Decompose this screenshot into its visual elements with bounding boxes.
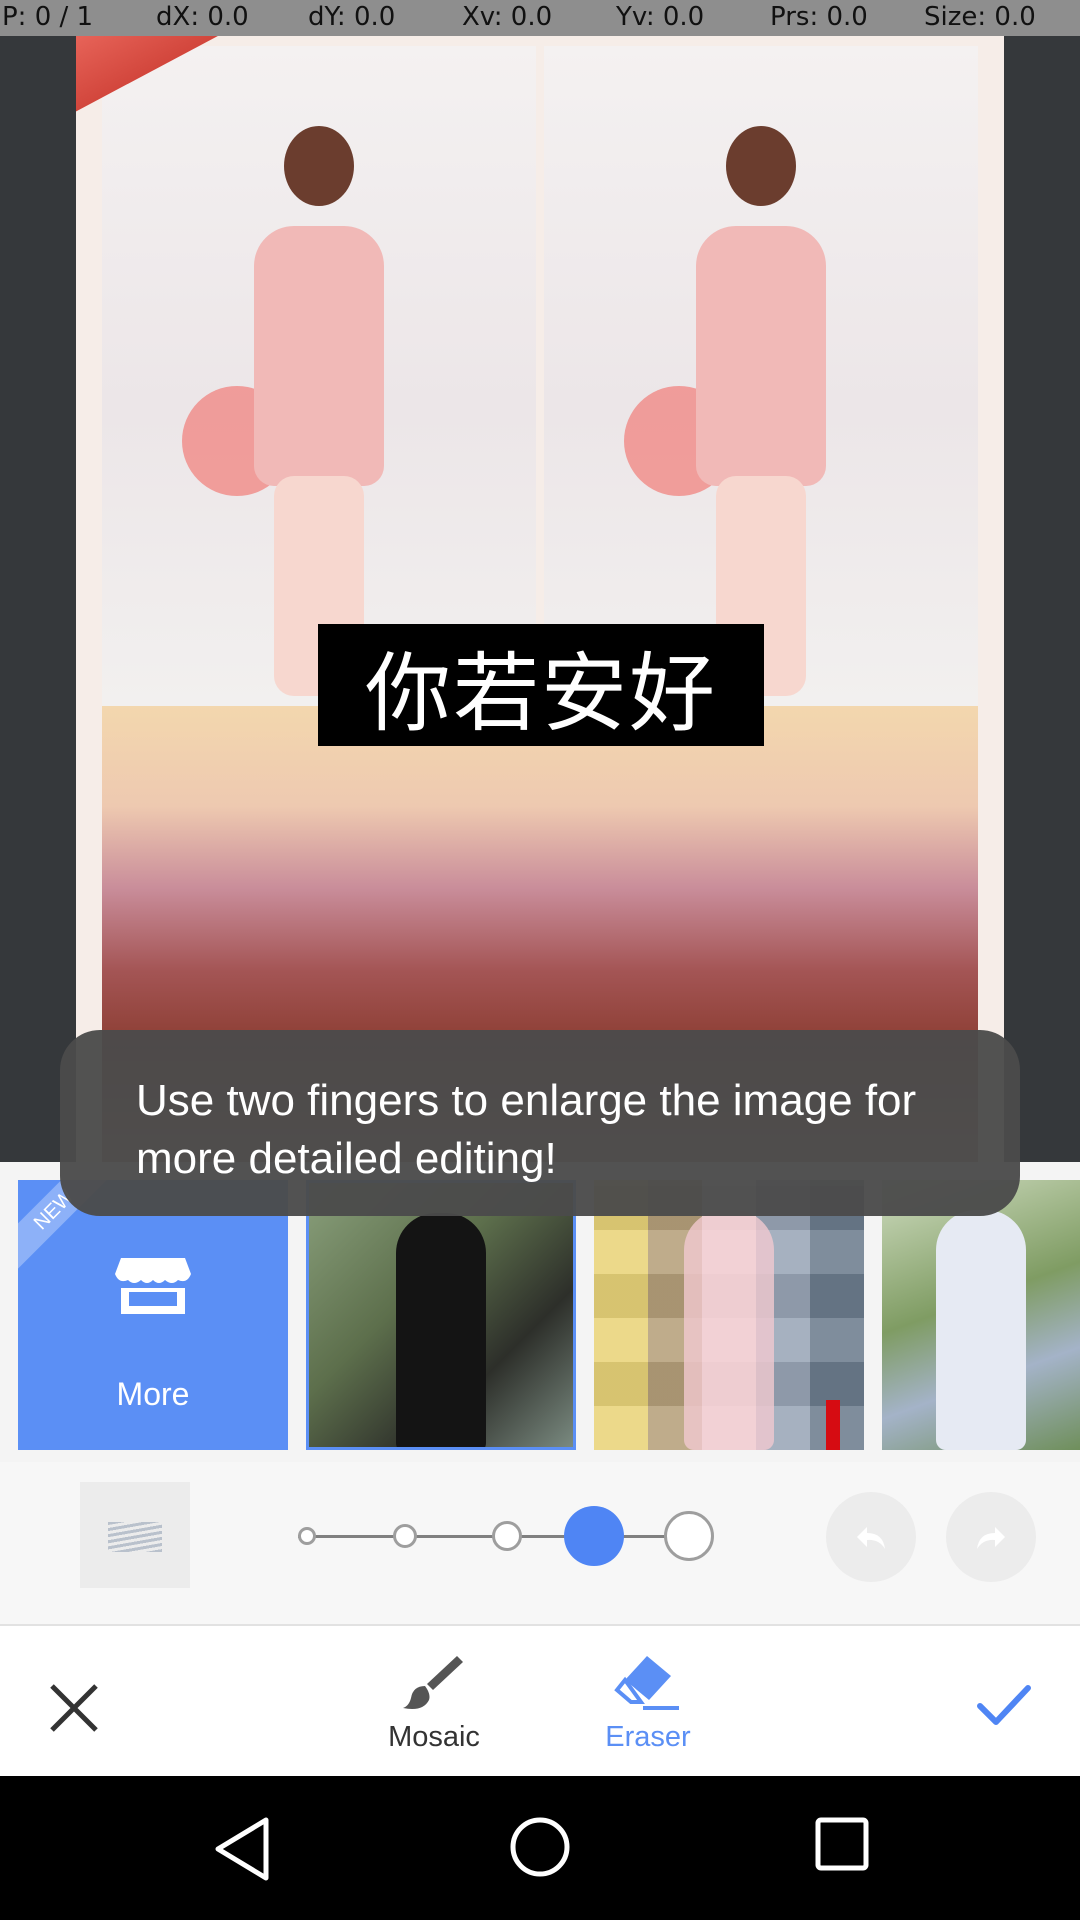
pointer-location-bar: P: 0 / 1 dX: 0.0 dY: 0.0 Xv: 0.0 Yv: 0.0…	[0, 0, 1080, 36]
size-readout: Size: 0.0	[924, 2, 1036, 32]
pixel-red-block	[826, 1400, 840, 1450]
brush-stroke-preview	[108, 1522, 162, 1552]
close-icon[interactable]	[44, 1678, 104, 1738]
undo-button[interactable]	[826, 1492, 916, 1582]
brush-preview	[80, 1482, 190, 1588]
collage-photo-left	[102, 46, 536, 706]
eraser-icon	[614, 1656, 679, 1710]
eraser-tool-button[interactable]: Eraser	[578, 1652, 718, 1754]
redo-icon	[977, 1527, 1005, 1549]
collage-photo-right	[544, 46, 978, 706]
brush-size-slider[interactable]	[298, 1506, 714, 1566]
recents-icon[interactable]	[814, 1816, 870, 1872]
brush-size-option-5[interactable]	[664, 1511, 714, 1561]
redo-button[interactable]	[946, 1492, 1036, 1582]
effect-thumbnail-person	[396, 1213, 486, 1447]
mosaic-label: Mosaic	[388, 1721, 480, 1753]
brush-size-option-3[interactable]	[492, 1521, 522, 1551]
brush-size-option-2[interactable]	[393, 1524, 417, 1548]
bottom-toolbar: Mosaic Eraser	[0, 1624, 1080, 1778]
prs-readout: Prs: 0.0	[770, 2, 868, 32]
zoom-hint-tooltip[interactable]: Use two fingers to enlarge the image for…	[60, 1030, 1020, 1216]
store-icon	[115, 1258, 191, 1314]
brush-control-row	[0, 1462, 1080, 1624]
home-icon[interactable]	[509, 1816, 571, 1878]
effect-oil-paint[interactable]	[306, 1180, 576, 1450]
undo-icon	[857, 1527, 885, 1549]
effect-blur[interactable]	[882, 1180, 1080, 1450]
more-label: More	[116, 1376, 190, 1412]
woman-figure	[686, 116, 836, 706]
effect-thumbnail-person	[684, 1210, 774, 1450]
brush-size-option-4[interactable]	[564, 1506, 624, 1566]
brush-size-option-1[interactable]	[298, 1527, 316, 1545]
effect-thumbnail-person	[936, 1210, 1026, 1450]
dx-readout: dX: 0.0	[156, 2, 249, 32]
more-effects-button[interactable]: NEW More	[18, 1180, 288, 1450]
xv-readout: Xv: 0.0	[462, 2, 553, 32]
woman-figure	[244, 116, 394, 706]
yv-readout: Yv: 0.0	[616, 2, 705, 32]
pointer-count: P: 0 / 1	[2, 2, 94, 32]
collage-image[interactable]	[76, 36, 1004, 1162]
chinese-text-sticker: 你若安好	[318, 624, 764, 746]
check-icon[interactable]	[974, 1680, 1034, 1730]
brush-icon	[403, 1656, 463, 1709]
system-navigation-bar	[0, 1776, 1080, 1920]
mosaic-tool-button[interactable]: Mosaic	[364, 1652, 504, 1754]
editing-canvas[interactable]: 你若安好	[0, 36, 1080, 1162]
eraser-label: Eraser	[605, 1721, 691, 1753]
back-icon[interactable]	[212, 1816, 272, 1882]
effect-pixelate[interactable]	[594, 1180, 864, 1450]
dy-readout: dY: 0.0	[308, 2, 396, 32]
